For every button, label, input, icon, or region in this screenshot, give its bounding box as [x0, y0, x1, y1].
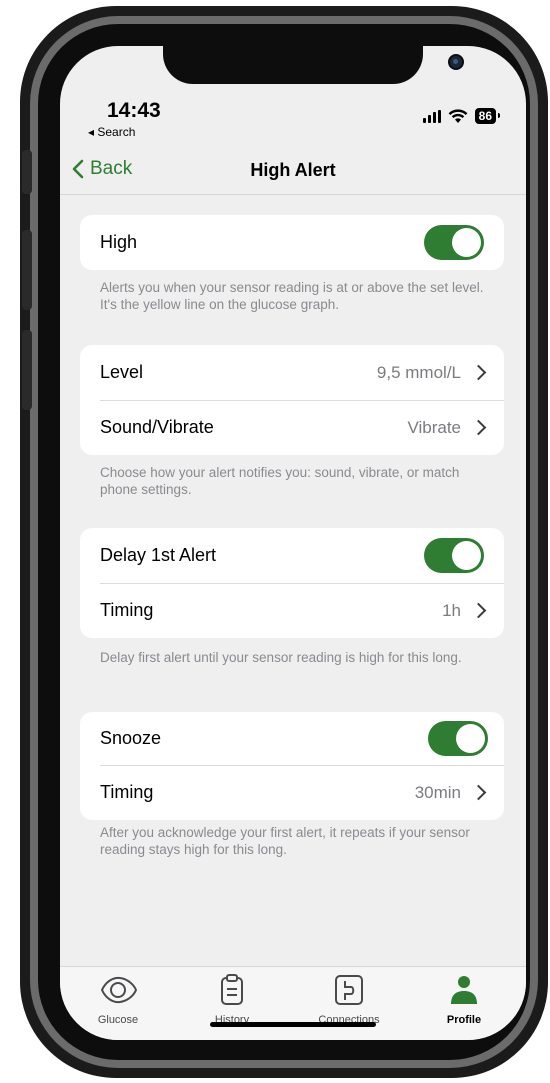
high-row: High — [80, 215, 504, 270]
snooze-row: Snooze — [80, 712, 504, 765]
high-description: Alerts you when your sensor reading is a… — [100, 280, 484, 312]
delay-first-alert-toggle[interactable] — [424, 538, 484, 573]
phone-screen: 14:43 ◂ Search 86 Back High Alert High A… — [60, 46, 526, 1040]
snooze-toggle[interactable] — [428, 721, 488, 756]
sound-vibrate-row[interactable]: Sound/Vibrate Vibrate — [80, 400, 504, 455]
notch — [163, 46, 462, 84]
snooze-timing-label: Timing — [100, 782, 154, 802]
delay-timing-value: 1h — [442, 600, 461, 620]
snooze-timing-row[interactable]: Timing 30min — [80, 765, 504, 820]
status-back-to-app[interactable]: ◂ Search — [88, 125, 135, 139]
profile-icon — [451, 976, 477, 1004]
tab-glucose[interactable]: Glucose — [68, 973, 168, 1026]
level-label: Level — [100, 362, 144, 382]
clipboard-icon — [221, 974, 243, 1005]
page-title: High Alert — [250, 160, 336, 180]
wifi-icon — [448, 108, 468, 123]
snooze-description: After you acknowledge your first alert, … — [100, 825, 470, 857]
high-toggle[interactable] — [424, 225, 484, 260]
delay-first-alert-label: Delay 1st Alert — [100, 545, 217, 565]
volume-up-button — [22, 230, 32, 310]
toggle-knob — [456, 724, 485, 753]
chevron-right-icon — [470, 784, 487, 801]
chevron-right-icon — [470, 364, 487, 381]
level-row[interactable]: Level 9,5 mmol/L — [80, 345, 504, 400]
battery-indicator: 86 — [474, 108, 501, 124]
tab-bar: Glucose History Connections Profile — [60, 966, 526, 1040]
delay-group: Delay 1st Alert Timing 1h — [80, 528, 504, 638]
volume-down-button — [22, 330, 32, 410]
toggle-knob — [452, 541, 481, 570]
status-icons: 86 — [422, 108, 501, 124]
delay-description: Delay first alert until your sensor read… — [100, 650, 462, 665]
snooze-group: Snooze Timing 30min — [80, 712, 504, 820]
status-time: 14:43 — [107, 99, 161, 122]
sound-vibrate-label: Sound/Vibrate — [100, 417, 214, 437]
delay-first-alert-row: Delay 1st Alert — [80, 528, 504, 583]
home-indicator[interactable] — [210, 1022, 376, 1027]
silent-switch — [22, 150, 32, 194]
toggle-knob — [452, 228, 481, 257]
front-camera — [450, 56, 462, 68]
glucose-icon — [100, 976, 138, 1004]
delay-timing-row[interactable]: Timing 1h — [80, 583, 504, 638]
snooze-timing-value: 30min — [414, 782, 461, 802]
delay-timing-label: Timing — [100, 600, 154, 620]
tab-profile[interactable]: Profile — [414, 973, 514, 1026]
chevron-right-icon — [470, 419, 487, 436]
level-group: Level 9,5 mmol/L Sound/Vibrate Vibrate — [80, 345, 504, 455]
sound-vibrate-value: Vibrate — [407, 417, 461, 437]
tab-profile-label: Profile — [446, 1014, 482, 1026]
chevron-right-icon — [470, 602, 487, 619]
tab-history[interactable]: History — [182, 973, 282, 1026]
tab-glucose-label: Glucose — [97, 1014, 139, 1026]
high-label: High — [100, 232, 138, 252]
cellular-signal-icon — [422, 109, 441, 123]
connections-icon — [335, 975, 363, 1005]
tab-connections[interactable]: Connections — [299, 973, 399, 1026]
snooze-label: Snooze — [100, 728, 162, 748]
navigation-bar: Back High Alert — [60, 146, 526, 195]
level-value: 9,5 mmol/L — [376, 362, 461, 382]
high-group: High — [80, 215, 504, 270]
sound-description: Choose how your alert notifies you: soun… — [100, 465, 460, 497]
